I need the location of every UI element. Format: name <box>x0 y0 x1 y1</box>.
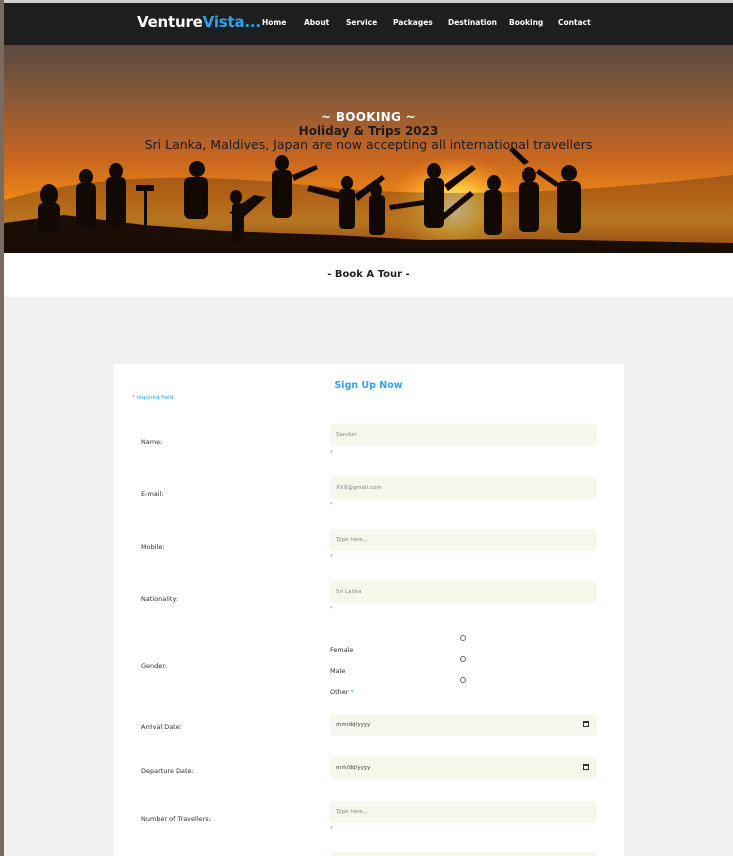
mobile-input[interactable]: Type here... <box>330 529 597 551</box>
hero-title: ~ BOOKING ~ <box>321 110 416 124</box>
gender-label: Gender: <box>141 662 168 670</box>
departure-date-label: Departure Date: <box>141 767 194 775</box>
calendar-icon[interactable] <box>583 764 589 770</box>
hero-tagline: Sri Lanka, Maldives, Japan are now accep… <box>144 137 593 152</box>
nav-link-about[interactable]: About <box>304 18 346 27</box>
calendar-icon[interactable] <box>583 721 589 727</box>
travellers-input[interactable]: Type here... <box>330 801 597 823</box>
nationality-required-mark: * <box>330 606 333 612</box>
name-label: Name: <box>141 438 163 446</box>
section-title: - Book A Tour - <box>327 269 410 280</box>
gender-option-other: Other * <box>330 688 354 696</box>
email-input[interactable]: XXX@gmail.com <box>330 477 597 499</box>
nav-link-contact[interactable]: Contact <box>558 18 598 27</box>
departure-date-placeholder: mm/dd/yyyy <box>336 765 371 771</box>
form-title: Sign Up Now <box>334 380 403 391</box>
required-field-note: * required field <box>132 395 174 401</box>
logo-main: Venture <box>137 13 203 31</box>
navbar: VentureVista... Home About Service Packa… <box>4 3 733 45</box>
email-required-mark: * <box>330 502 333 508</box>
gender-option-male-label: Male <box>330 667 346 675</box>
hero-banner: ~ BOOKING ~ Holiday & Trips 2023 Sri Lan… <box>4 45 733 253</box>
logo-accent: Vista... <box>202 13 261 31</box>
nav-link-destination[interactable]: Destination <box>448 18 509 27</box>
brand-logo[interactable]: VentureVista... <box>137 13 261 31</box>
nav-link-booking[interactable]: Booking <box>509 18 558 27</box>
arrival-date-input[interactable]: mm/dd/yyyy <box>330 714 597 736</box>
departure-date-input[interactable]: mm/dd/yyyy <box>330 757 597 779</box>
nationality-input[interactable]: Sri Lanka <box>330 581 597 603</box>
nationality-label: Nationality: <box>141 595 179 603</box>
nav-link-packages[interactable]: Packages <box>393 18 448 27</box>
nav-link-service[interactable]: Service <box>346 18 393 27</box>
gender-female-radio[interactable] <box>460 635 466 641</box>
nav-link-home[interactable]: Home <box>262 18 304 27</box>
signup-form: Sign Up Now * required field Name: Sandu… <box>113 364 624 856</box>
gender-male-radio[interactable] <box>460 656 466 662</box>
gender-option-female-label: Female <box>330 646 354 654</box>
travellers-required-mark: * <box>330 826 333 832</box>
gender-option-other-label: Other <box>330 688 349 696</box>
name-input[interactable]: Sandun <box>330 424 597 446</box>
mobile-label: Mobile: <box>141 543 165 551</box>
arrival-date-label: Arrival Date: <box>141 723 182 731</box>
email-label: E-mail: <box>141 490 164 498</box>
name-required-mark: * <box>330 450 333 456</box>
gender-required-mark: * <box>350 688 354 696</box>
section-header: - Book A Tour - <box>4 253 733 297</box>
nav-links: Home About Service Packages Destination … <box>262 18 598 27</box>
hero-subtitle: Holiday & Trips 2023 <box>298 124 439 138</box>
gender-other-radio[interactable] <box>460 677 466 683</box>
next-input-partial[interactable] <box>330 852 597 856</box>
mobile-required-mark: * <box>330 554 333 560</box>
travellers-label: Number of Travellers: <box>141 815 211 823</box>
page-frame: VentureVista... Home About Service Packa… <box>4 0 733 856</box>
arrival-date-placeholder: mm/dd/yyyy <box>336 722 371 728</box>
